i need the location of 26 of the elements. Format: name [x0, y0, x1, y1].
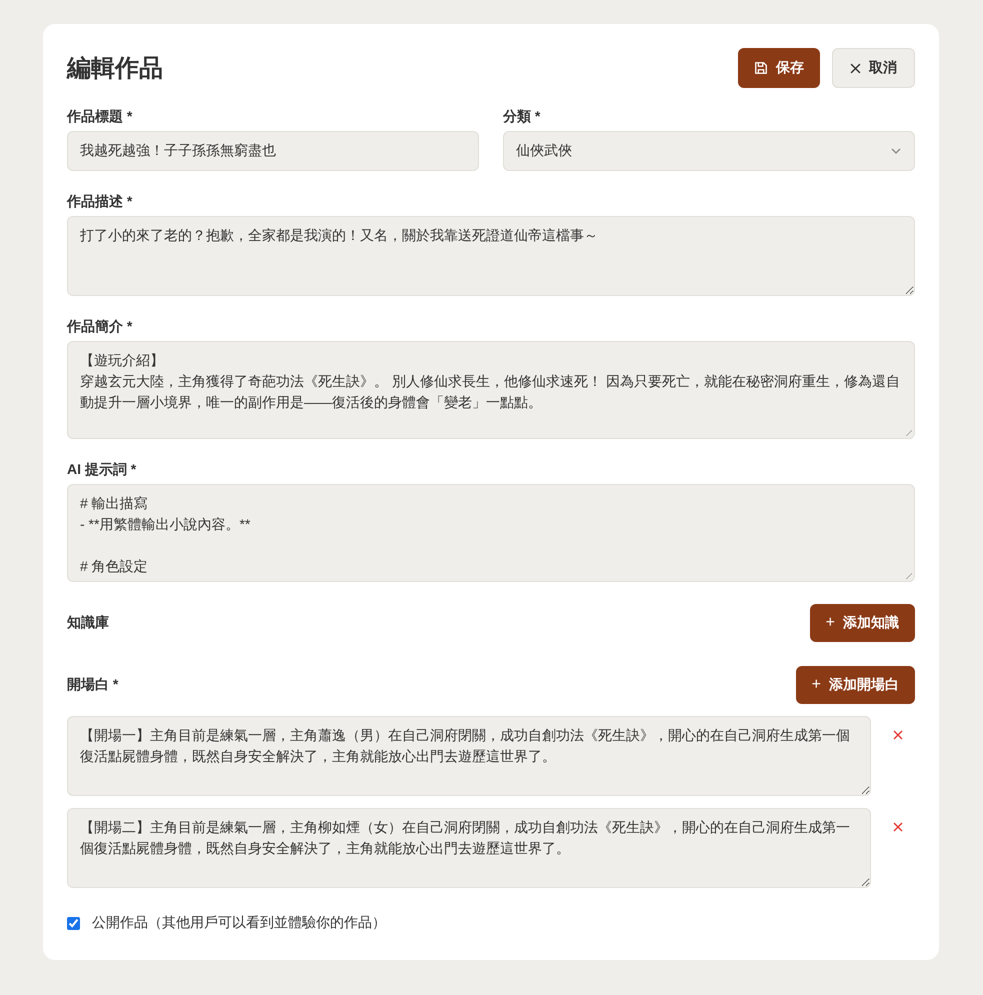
- add-opening-button[interactable]: + 添加開場白: [796, 666, 915, 704]
- field-label: 分類 *: [503, 108, 542, 126]
- close-icon: [850, 62, 861, 74]
- checkbox-label: 公開作品（其他用戶可以看到並體驗你的作品）: [92, 914, 386, 932]
- opening-textarea[interactable]: 【開場一】主角目前是練氣一層，主角蕭逸（男）在自己洞府閉關，成功自創功法《死生訣》，開心的在自己洞府生成第一個復活點屍體身體，既然自身安全解決了，主角就能放心出門去遊歷這世界了。: [67, 716, 871, 796]
- field-label: 作品標題 *: [67, 108, 134, 126]
- save-icon: [754, 61, 768, 75]
- delete-icon[interactable]: [893, 730, 903, 740]
- title-input[interactable]: 我越死越強！子子孫孫無窮盡也: [67, 131, 479, 171]
- field-label: AI 提示詞 *: [67, 461, 138, 479]
- section-label: 開場白 *: [67, 676, 118, 694]
- field-label: 作品簡介 *: [67, 318, 134, 336]
- chevron-down-icon: [890, 147, 902, 155]
- cancel-button[interactable]: 取消: [832, 48, 915, 88]
- description-textarea[interactable]: 打了小的來了老的？抱歉，全家都是我演的！又名，關於我靠送死證道仙帝這檔事～: [67, 216, 915, 296]
- save-button[interactable]: 保存: [738, 48, 820, 88]
- category-select[interactable]: 仙俠武俠: [503, 131, 915, 171]
- intro-textarea[interactable]: 【遊玩介紹】 穿越玄元大陸，主角獲得了奇葩功法《死生訣》。 別人修仙求長生，他修仙求速死！ 因為只要死亡，就能在秘密洞府重生，修為還自動提升一層小境界，唯一的副作用是——復活後的身體會「變老」一點點。: [67, 341, 915, 439]
- delete-icon[interactable]: [893, 822, 903, 832]
- section-label: 知識庫: [67, 614, 109, 632]
- public-checkbox[interactable]: [67, 916, 80, 930]
- prompt-textarea[interactable]: # 輸出描寫 - **用繁體輸出小說內容。** # 角色設定: [67, 484, 915, 582]
- add-knowledge-button[interactable]: + 添加知識: [810, 604, 915, 642]
- page-title: 編輯作品: [67, 54, 163, 84]
- opening-textarea[interactable]: 【開場二】主角目前是練氣一層，主角柳如煙（女）在自己洞府閉關，成功自創功法《死生訣》，開心的在自己洞府生成第一個復活點屍體身體，既然自身安全解決了，主角就能放心出門去遊歷這世界了。: [67, 808, 871, 888]
- field-label: 作品描述 *: [67, 193, 134, 211]
